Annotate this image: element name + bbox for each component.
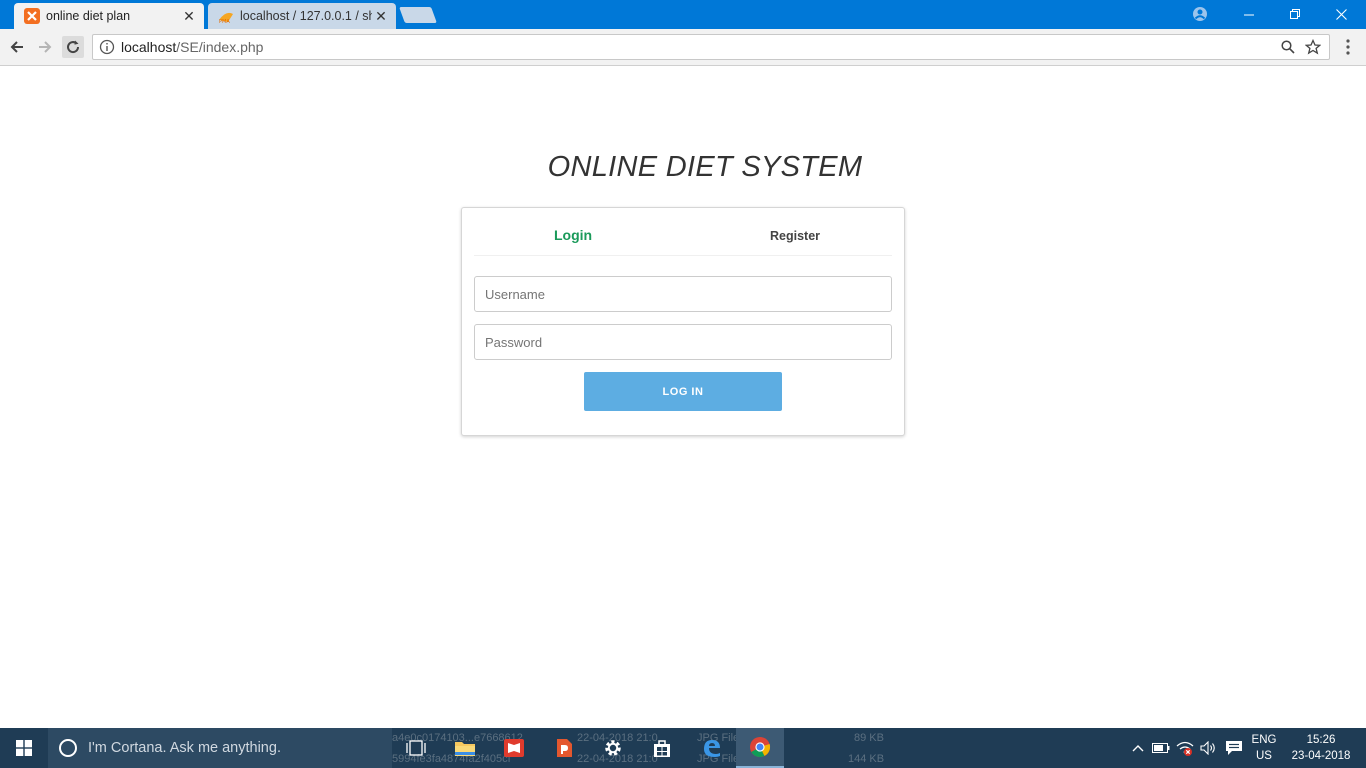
minimize-button[interactable] xyxy=(1226,0,1272,29)
file-explorer-button[interactable] xyxy=(441,728,489,768)
cortana-icon xyxy=(59,739,77,757)
close-icon xyxy=(1335,9,1347,20)
store-button[interactable] xyxy=(638,728,686,768)
store-icon xyxy=(654,740,670,757)
notification-icon xyxy=(1226,741,1242,755)
edge-icon xyxy=(704,740,720,757)
chrome-button[interactable] xyxy=(736,728,784,768)
minimize-icon xyxy=(1243,14,1254,16)
task-view-icon xyxy=(406,740,426,756)
tab-title: online diet plan xyxy=(46,9,131,23)
bookmark-button[interactable] xyxy=(1304,38,1322,56)
pdf-app-icon xyxy=(557,739,572,757)
tab-register[interactable]: Register xyxy=(770,229,820,243)
action-center-button[interactable] xyxy=(1222,728,1246,768)
phpmyadmin-icon: PMA xyxy=(219,12,233,24)
clock-date: 23-04-2018 xyxy=(1291,750,1351,762)
reader-app-button[interactable] xyxy=(490,728,538,768)
tab-title: localhost / 127.0.0.1 / sh xyxy=(240,9,372,23)
start-button[interactable] xyxy=(0,728,48,768)
search-zoom-button[interactable] xyxy=(1279,38,1297,56)
cortana-search-box[interactable]: I'm Cortana. Ask me anything. xyxy=(48,728,392,768)
browser-tab-strip: online diet plan ✕ PMA localhost / 127.0… xyxy=(0,0,1366,29)
ghost-file-size: 144 KB xyxy=(848,753,885,765)
reload-button[interactable] xyxy=(62,36,84,58)
restore-icon xyxy=(1289,9,1300,19)
xampp-icon xyxy=(24,8,40,24)
network-button[interactable] xyxy=(1174,728,1196,768)
folder-icon xyxy=(455,742,475,756)
star-icon xyxy=(1305,39,1321,55)
forward-button[interactable] xyxy=(34,36,56,58)
password-input[interactable] xyxy=(474,324,892,360)
volume-button[interactable] xyxy=(1198,728,1220,768)
search-icon xyxy=(1281,40,1295,54)
cortana-placeholder: I'm Cortana. Ask me anything. xyxy=(88,740,281,756)
tab-online-diet-plan[interactable]: online diet plan ✕ xyxy=(14,3,204,29)
language-code: ENG xyxy=(1251,734,1277,746)
tab-close-icon[interactable]: ✕ xyxy=(372,8,390,25)
input-language-indicator[interactable]: ENG US xyxy=(1248,732,1280,764)
system-clock[interactable]: 15:26 23-04-2018 xyxy=(1286,732,1356,764)
auth-tabs: Login Register xyxy=(474,208,892,256)
reader-app-icon xyxy=(504,739,524,757)
chrome-icon xyxy=(750,737,771,757)
windows-taskbar: I'm Cortana. Ask me anything. a4e0c01741… xyxy=(0,728,1366,768)
close-window-button[interactable] xyxy=(1318,0,1364,29)
wifi-disconnected-icon xyxy=(1176,741,1194,756)
url-text[interactable]: localhost/SE/index.php xyxy=(121,39,1279,55)
pdf-app-button[interactable] xyxy=(540,728,588,768)
tab-close-icon[interactable]: ✕ xyxy=(180,8,198,25)
login-button[interactable]: LOG IN xyxy=(584,372,782,411)
address-bar[interactable]: localhost/SE/index.php xyxy=(92,34,1330,60)
settings-button[interactable] xyxy=(589,728,637,768)
page-title: ONLINE DIET SYSTEM xyxy=(547,151,863,183)
ghost-file-size: 89 KB xyxy=(854,732,884,744)
username-input[interactable] xyxy=(474,276,892,312)
arrow-left-icon xyxy=(10,41,23,53)
gear-icon xyxy=(605,740,621,756)
more-menu-icon[interactable] xyxy=(1340,38,1356,56)
battery-button[interactable] xyxy=(1150,728,1172,768)
svg-text:PMA: PMA xyxy=(219,19,230,24)
tab-login[interactable]: Login xyxy=(554,227,592,243)
profile-icon[interactable] xyxy=(1192,6,1208,22)
speaker-icon xyxy=(1200,741,1215,755)
login-card: Login Register LOG IN xyxy=(461,207,905,436)
task-view-button[interactable] xyxy=(392,728,440,768)
reload-icon xyxy=(67,40,80,54)
clock-time: 15:26 xyxy=(1306,734,1336,746)
chevron-up-icon xyxy=(1132,745,1144,752)
show-hidden-icons-button[interactable] xyxy=(1128,728,1148,768)
language-region: US xyxy=(1256,750,1272,762)
url-path: /SE/index.php xyxy=(176,39,264,55)
browser-toolbar: localhost/SE/index.php xyxy=(0,29,1366,66)
new-tab-button[interactable] xyxy=(399,7,437,23)
edge-button[interactable] xyxy=(688,728,736,768)
battery-icon xyxy=(1152,743,1170,753)
info-icon[interactable] xyxy=(99,39,115,55)
tab-phpmyadmin[interactable]: PMA localhost / 127.0.0.1 / sh ✕ xyxy=(208,3,396,29)
arrow-right-icon xyxy=(39,41,52,53)
windows-logo-icon xyxy=(16,740,32,756)
url-host: localhost xyxy=(121,39,177,55)
back-button[interactable] xyxy=(6,36,28,58)
restore-button[interactable] xyxy=(1272,0,1318,29)
